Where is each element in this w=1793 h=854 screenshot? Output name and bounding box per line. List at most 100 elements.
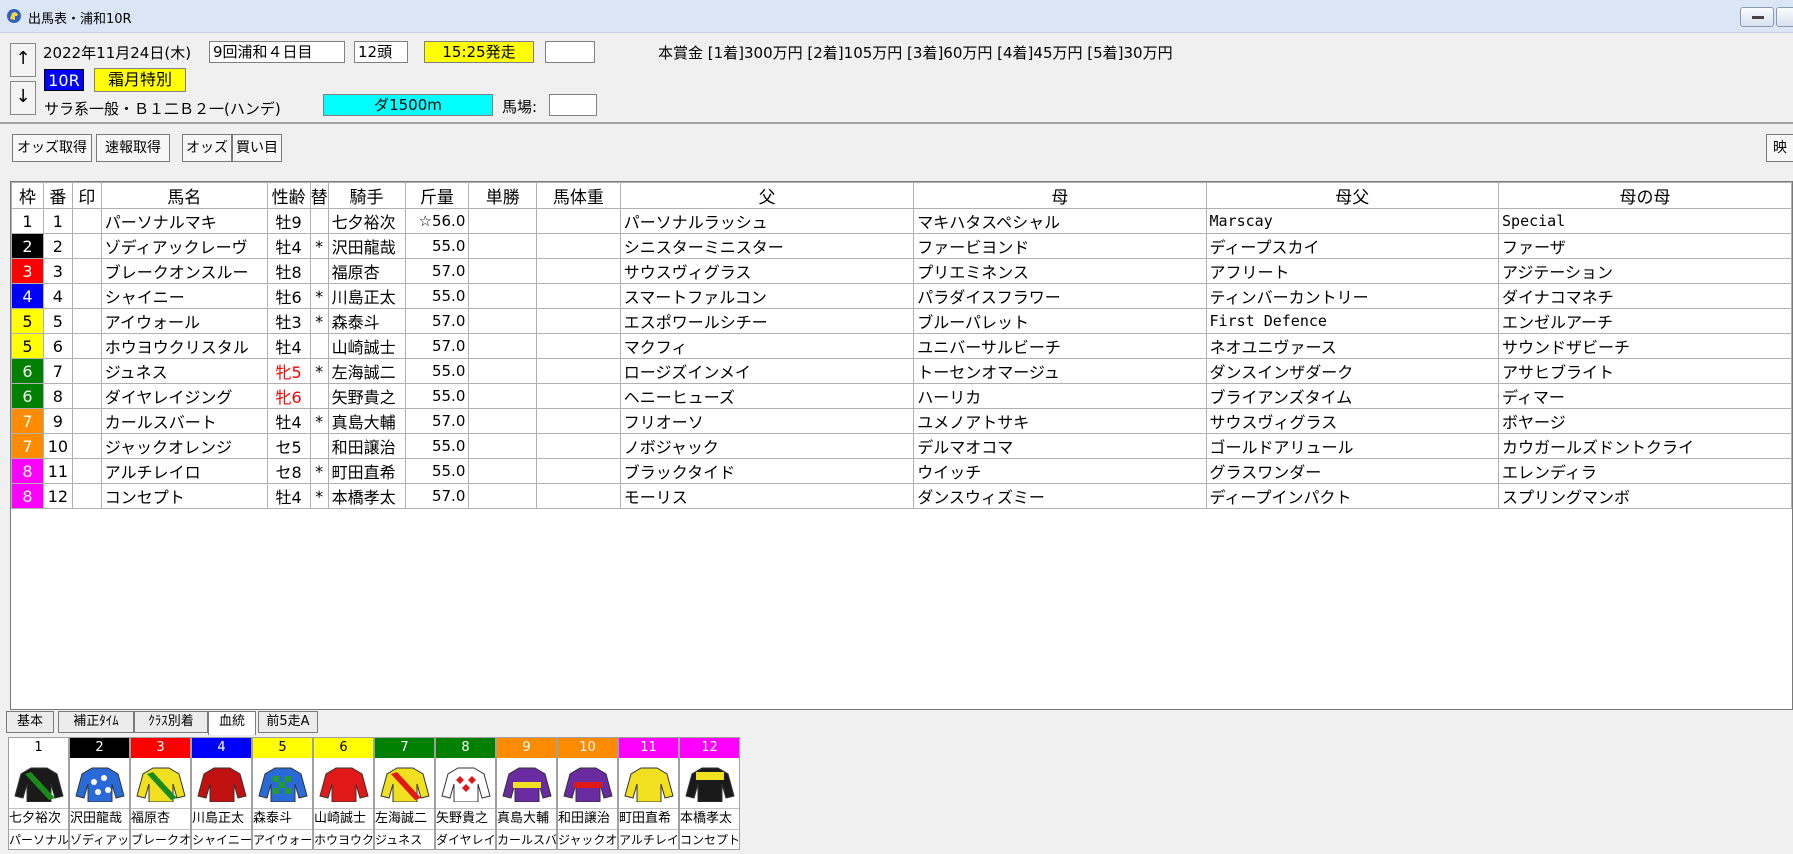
tab-class-finish[interactable]: ｸﾗｽ別着 xyxy=(134,711,208,733)
horse-number-cell: 8 xyxy=(42,383,73,409)
race-date: 2022年11月24日(木) xyxy=(43,44,192,62)
col-dam[interactable]: 母 xyxy=(913,182,1207,209)
horse-name-cell: ゾディアックレーヴ xyxy=(100,233,268,259)
dam-dam-cell: ボヤージ xyxy=(1498,408,1792,434)
damsire-cell: グラスワンダー xyxy=(1205,458,1500,484)
dam-dam-cell: ファーザ xyxy=(1498,233,1792,259)
jockey-silk-icon xyxy=(319,767,369,802)
col-mark[interactable]: 印 xyxy=(71,182,102,209)
header-divider xyxy=(0,122,1793,124)
body-weight-cell xyxy=(536,308,621,334)
horse-name-cell: アイウォール xyxy=(100,308,268,334)
table-row[interactable]: 6 7 ジュネス 牝5 * 左海誠二 55.0 ロージズインメイ トーセンオマージュ ダンスインザ… xyxy=(11,358,1792,384)
table-header-row: 枠 番 印 馬名 性齢 替 騎手 斤量 単勝 馬体重 父 母 母父 母の母 xyxy=(11,182,1792,209)
col-jockey[interactable]: 騎手 xyxy=(327,182,406,209)
flash-fetch-button[interactable]: 速報取得 xyxy=(96,134,170,162)
kaime-button[interactable]: 買い目 xyxy=(232,134,282,162)
sex-age-cell: 牡4 xyxy=(266,333,311,359)
col-horse-name[interactable]: 馬名 xyxy=(100,182,268,209)
col-weight[interactable]: 斤量 xyxy=(404,182,470,209)
silk-horse-name: ジュネス xyxy=(375,829,434,850)
silk-horse-name: ゾディアックレーヴ xyxy=(70,829,129,850)
horse-number-cell: 9 xyxy=(42,408,73,434)
dam-dam-cell: アジテーション xyxy=(1498,258,1792,284)
silk-jockey-name: 矢野貴之 xyxy=(436,808,495,829)
silk-horse-name: アイウォール xyxy=(253,829,312,850)
sex-age-cell: 牡8 xyxy=(266,258,311,284)
mark-cell xyxy=(71,383,102,409)
win-odds-cell xyxy=(468,458,538,484)
tab-adjusted-time[interactable]: 補正ﾀｲﾑ xyxy=(58,711,134,733)
jockey-cell: 山崎誠士 xyxy=(327,333,406,359)
window-title: 出馬表・浦和10R xyxy=(28,12,132,27)
next-race-button[interactable]: ↓ xyxy=(10,81,36,115)
table-row[interactable]: 7 9 カールスバート 牡4 * 真島大輔 57.0 フリオーソ ユメノアトサキ サウスヴィグラス… xyxy=(11,408,1792,434)
table-row[interactable]: 1 1 パーソナルマキ 牡9 七夕裕次 ☆56.0 パーソナルラッシュ マキハタスペシャル Ma… xyxy=(11,208,1792,234)
app-horse-icon xyxy=(7,9,21,23)
sire-cell: スマートファルコン xyxy=(619,283,915,309)
damsire-cell: サウスヴィグラス xyxy=(1205,408,1500,434)
entries-table: 枠 番 印 馬名 性齢 替 騎手 斤量 単勝 馬体重 父 母 母父 母の母 11… xyxy=(11,182,1792,509)
horse-number-cell: 4 xyxy=(42,283,73,309)
change-cell xyxy=(309,258,329,284)
body-weight-cell xyxy=(536,408,621,434)
table-row[interactable]: 8 11 アルチレイロ セ8 * 町田直希 55.0 ブラックタイド ウイッチ グラスワンダー エレ… xyxy=(11,458,1792,484)
weight-cell: 57.0 xyxy=(404,483,470,509)
col-damsire[interactable]: 母父 xyxy=(1205,182,1500,209)
maximize-button[interactable] xyxy=(1776,7,1793,27)
dam-cell: ダンスウィズミー xyxy=(913,483,1207,509)
change-cell: * xyxy=(309,308,329,334)
col-sire[interactable]: 父 xyxy=(619,182,915,209)
minimize-button[interactable] xyxy=(1740,7,1774,27)
win-odds-cell xyxy=(468,358,538,384)
silk-jockey-name: 真島大輔 xyxy=(497,808,556,829)
silk-jockey-name: 山崎誠士 xyxy=(314,808,373,829)
damsire-cell: Marscay xyxy=(1205,208,1500,234)
sex-age-cell: 牝5 xyxy=(266,358,311,384)
blank-box xyxy=(545,41,595,63)
win-odds-cell xyxy=(468,408,538,434)
silk-jockey-name: 森泰斗 xyxy=(253,808,312,829)
odds-button[interactable]: オッズ xyxy=(182,134,232,162)
tab-last-5[interactable]: 前5走A xyxy=(258,711,318,733)
table-row[interactable]: 5 6 ホウヨウクリスタル 牡4 山崎誠士 57.0 マクフィ ユニバーサルビーチ ネオユニヴァ… xyxy=(11,333,1792,359)
dam-cell: ブルーパレット xyxy=(913,308,1207,334)
col-dam-dam[interactable]: 母の母 xyxy=(1498,182,1792,209)
damsire-cell: ティンバーカントリー xyxy=(1205,283,1500,309)
movie-button[interactable]: 映 xyxy=(1766,134,1793,162)
col-change[interactable]: 替 xyxy=(309,182,329,209)
silk-horse-name: シャイニー xyxy=(192,829,251,850)
waku-cell: 7 xyxy=(11,408,44,434)
body-weight-cell xyxy=(536,433,621,459)
change-cell: * xyxy=(309,483,329,509)
body-weight-cell xyxy=(536,233,621,259)
silk-column: 9 真島大輔カールスバート xyxy=(496,737,557,850)
table-row[interactable]: 2 2 ゾディアックレーヴ 牡4 * 沢田龍哉 55.0 シニスターミニスター ファービヨンドデ… xyxy=(11,233,1792,259)
col-body-weight[interactable]: 馬体重 xyxy=(536,182,621,209)
window-titlebar: 出馬表・浦和10R xyxy=(0,0,1793,33)
col-ban[interactable]: 番 xyxy=(42,182,73,209)
table-row[interactable]: 6 8 ダイヤレイジング 牝6 矢野貴之 55.0 ヘニーヒューズ ハーリカ ブライアンズタイム… xyxy=(11,383,1792,409)
mark-cell xyxy=(71,208,102,234)
tab-pedigree[interactable]: 血統 xyxy=(208,711,256,735)
prev-race-button[interactable]: ↑ xyxy=(10,43,36,77)
dam-cell: プリエミネンス xyxy=(913,258,1207,284)
dam-cell: デルマオコマ xyxy=(913,433,1207,459)
win-odds-cell xyxy=(468,233,538,259)
table-row[interactable]: 7 10 ジャックオレンジ セ5 和田譲治 55.0 ノボジャック デルマオコマ ゴールドアリュ… xyxy=(11,433,1792,459)
sex-age-cell: セ5 xyxy=(266,433,311,459)
col-sex-age[interactable]: 性齢 xyxy=(266,182,311,209)
table-row[interactable]: 8 12 コンセプト 牡4 * 本橋孝太 57.0 モーリス ダンスウィズミー ディープインパクト… xyxy=(11,483,1792,509)
table-row[interactable]: 3 3 ブレークオンスルー 牡8 福原杏 57.0 サウスヴィグラス プリエミネンス アフリート… xyxy=(11,258,1792,284)
col-waku[interactable]: 枠 xyxy=(11,182,44,209)
table-row[interactable]: 5 5 アイウォール 牡3 * 森泰斗 57.0 エスポワールシチー ブルーパレット First … xyxy=(11,308,1792,334)
minimize-icon xyxy=(1752,16,1764,19)
mark-cell xyxy=(71,408,102,434)
col-win-odds[interactable]: 単勝 xyxy=(468,182,538,209)
jockey-silk-icon xyxy=(258,767,308,802)
tab-basic[interactable]: 基本 xyxy=(6,711,54,733)
table-row[interactable]: 4 4 シャイニー 牡6 * 川島正太 55.0 スマートファルコン パラダイスフラワー ティンバ… xyxy=(11,283,1792,309)
odds-fetch-button[interactable]: オッズ取得 xyxy=(12,134,92,162)
horse-name-cell: カールスバート xyxy=(100,408,268,434)
silk-jockey-name: 和田譲治 xyxy=(558,808,617,829)
